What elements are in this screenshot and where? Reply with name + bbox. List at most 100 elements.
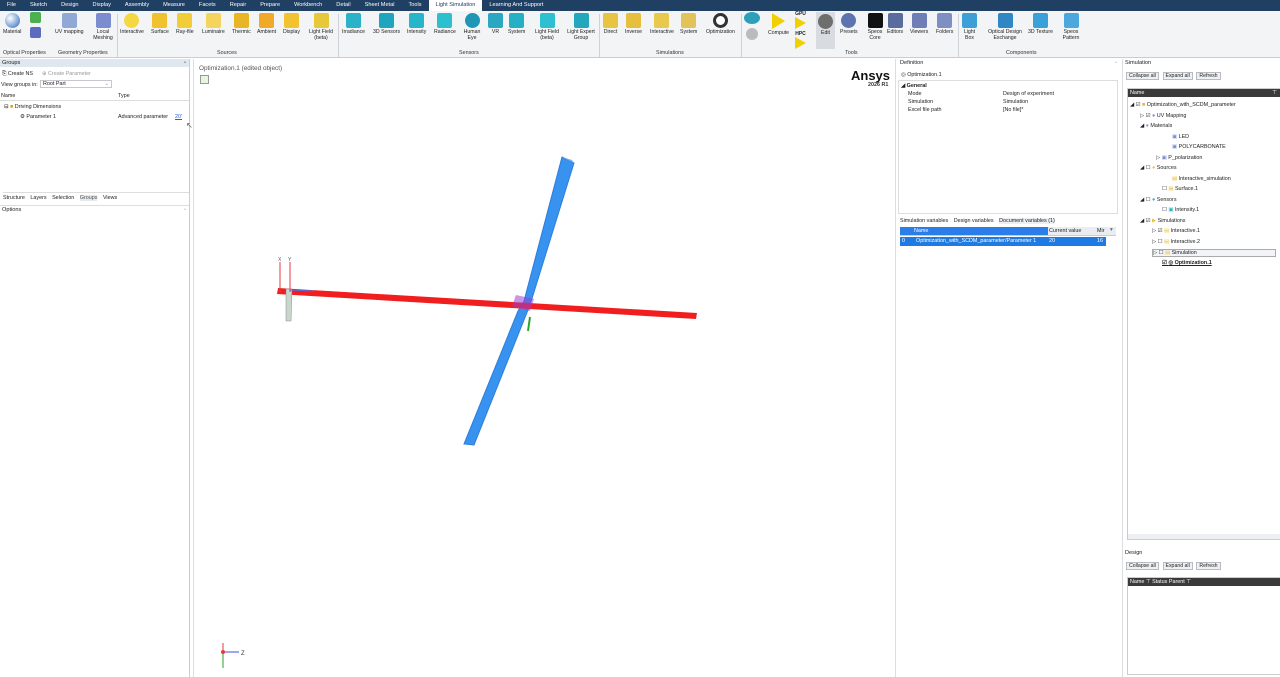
hpc-compute-button[interactable]: HPC	[795, 31, 806, 50]
parameter-value[interactable]: 20'	[175, 114, 182, 120]
light-expert-group-button[interactable]: Light Expert Group	[565, 13, 597, 41]
preview-button[interactable]	[744, 12, 760, 41]
menu-workbench[interactable]: Workbench	[287, 0, 329, 11]
refresh-button[interactable]: Refresh	[1196, 72, 1221, 80]
menu-facets[interactable]: Facets	[192, 0, 223, 11]
design-expand-all-button[interactable]: Expand all	[1162, 562, 1193, 570]
menu-tools[interactable]: Tools	[401, 0, 428, 11]
3d-sensors-button[interactable]: 3D Sensors	[373, 13, 400, 35]
system-simulation-button[interactable]: System	[680, 13, 697, 35]
col-min[interactable]: Mir	[1097, 228, 1104, 234]
irradiance-button[interactable]: Irradiance	[342, 13, 365, 35]
prop-mode-value[interactable]: Design of experiment	[1003, 91, 1054, 97]
luminaire-button[interactable]: Luminaire	[202, 13, 225, 35]
menu-design[interactable]: Design	[54, 0, 85, 11]
tab-layers[interactable]: Layers	[30, 195, 46, 201]
surface-source-button[interactable]: Surface	[151, 13, 169, 35]
tree-sensors[interactable]: ◢ ☐ ● Sensors	[1140, 197, 1177, 203]
light-box-button[interactable]: Light Box	[962, 13, 977, 41]
menu-detail[interactable]: Detail	[329, 0, 357, 11]
design-collapse-all-button[interactable]: Collapse all	[1126, 562, 1159, 570]
row-min[interactable]: 16	[1097, 238, 1103, 244]
tree-p-polarization[interactable]: ▷ ▣ P_polarization	[1156, 155, 1202, 161]
tree-optimization-1[interactable]: ☑ ◎ Optimization.1	[1162, 260, 1212, 266]
create-ns-button[interactable]: ⎘ Create NS	[2, 71, 33, 78]
radiance-button[interactable]: Radiance	[434, 13, 456, 35]
tree-uv-mapping[interactable]: ▷ ☑ ● UV Mapping	[1140, 113, 1186, 119]
filter-icon[interactable]: ⊤	[1146, 579, 1151, 585]
light-field-sensor-button[interactable]: Light Field (beta)	[533, 13, 561, 41]
section-general[interactable]: ◢ General	[901, 83, 927, 89]
system-sensor-button[interactable]: System	[508, 13, 525, 35]
tree-root[interactable]: ◢ ☑ ■ Optimization_with_SCDM_parameter	[1130, 102, 1236, 108]
ambient-button[interactable]: Ambient	[257, 13, 276, 35]
menu-sketch[interactable]: Sketch	[23, 0, 54, 11]
create-parameter-button[interactable]: ⊕ Create Parameter	[42, 71, 91, 77]
collapse-all-button[interactable]: Collapse all	[1126, 72, 1159, 80]
light-field-source-button[interactable]: Light Field (beta)	[308, 13, 334, 41]
local-meshing-button[interactable]: Local Meshing	[90, 13, 116, 41]
menu-repair[interactable]: Repair	[223, 0, 253, 11]
tree-intensity-1[interactable]: ☐ ▣ Intensity.1	[1162, 207, 1199, 213]
compute-button[interactable]: Compute	[768, 13, 789, 36]
small-mapping-button[interactable]	[30, 12, 41, 39]
tree-item-parameter-1[interactable]: ⚙ Parameter 1	[20, 114, 56, 120]
optical-design-exchange-button[interactable]: Optical Design Exchange	[985, 13, 1025, 41]
tab-document-variables[interactable]: Document variables (1)	[999, 218, 1055, 224]
menu-measure[interactable]: Measure	[156, 0, 192, 11]
pin-icon[interactable]: ▫	[1115, 59, 1117, 67]
tree-simulations[interactable]: ◢ ☑ ▶ Simulations	[1140, 218, 1186, 224]
ray-file-button[interactable]: Ray-file	[176, 13, 194, 35]
tab-selection[interactable]: Selection	[52, 195, 74, 201]
design-refresh-button[interactable]: Refresh	[1196, 562, 1221, 570]
tree-item-driving-dimensions[interactable]: ⊟ ■ Driving Dimensions	[4, 104, 61, 110]
3d-viewport[interactable]: Optimization.1 (edited object) Ansys 202…	[193, 59, 896, 677]
optimization-button[interactable]: Optimization	[706, 13, 735, 35]
vr-button[interactable]: VR	[488, 13, 503, 35]
thermic-button[interactable]: Thermic	[232, 13, 251, 35]
tab-structure[interactable]: Structure	[3, 195, 25, 201]
speos-core-button[interactable]: Speos Core	[865, 13, 885, 41]
menu-file[interactable]: File	[0, 0, 23, 11]
tab-groups[interactable]: Groups	[79, 195, 98, 201]
tree-scrollbar[interactable]	[1128, 534, 1280, 539]
tab-design-variables[interactable]: Design variables	[954, 218, 994, 224]
3d-texture-button[interactable]: 3D Texture	[1028, 13, 1053, 35]
tree-polycarbonate[interactable]: ▣ POLYCARBONATE	[1172, 144, 1226, 150]
inverse-simulation-button[interactable]: Inverse	[625, 13, 642, 35]
red-rod[interactable]	[277, 288, 697, 319]
direct-simulation-button[interactable]: Direct	[603, 13, 618, 35]
menu-display[interactable]: Display	[86, 0, 118, 11]
tree-sources[interactable]: ◢ ☐ ● Sources	[1140, 165, 1177, 171]
folders-button[interactable]: Folders	[936, 13, 953, 35]
filter-icon[interactable]: ⊤	[1272, 89, 1277, 97]
uv-mapping-button[interactable]: UV mapping	[55, 13, 84, 35]
display-source-button[interactable]: Display	[283, 13, 300, 35]
material-button[interactable]: Material	[3, 13, 21, 35]
interactive-source-button[interactable]: Interactive	[120, 13, 144, 35]
prop-simulation-value[interactable]: Simulation	[1003, 99, 1028, 105]
tree-led[interactable]: ▣ LED	[1172, 134, 1189, 140]
edit-button[interactable]: Edit	[816, 12, 835, 49]
presets-button[interactable]: Presets	[840, 13, 858, 35]
interactive-simulation-button[interactable]: Interactive	[650, 13, 674, 35]
tree-interactive-simulation[interactable]: ▤ Interactive_simulation	[1172, 176, 1231, 182]
row-current-value[interactable]: 20	[1049, 238, 1055, 244]
filter-icon[interactable]: ⊤	[1186, 579, 1191, 585]
intensity-button[interactable]: Intensity	[407, 13, 426, 35]
speos-pattern-button[interactable]: Speos Pattern	[1060, 13, 1082, 41]
view-groups-select[interactable]: Root Part ⌄	[40, 80, 112, 88]
pin-icon[interactable]: ▫	[184, 206, 186, 214]
tree-materials[interactable]: ◢ ● Materials	[1140, 123, 1172, 129]
tree-interactive-2[interactable]: ▷ ☐ ▤ Interactive.2	[1152, 239, 1200, 245]
tree-interactive-1[interactable]: ▷ ☑ ▤ Interactive.1	[1152, 228, 1200, 234]
menu-learning-support[interactable]: Learning And Support	[482, 0, 550, 11]
editors-button[interactable]: Editors	[887, 13, 903, 35]
tab-simulation-variables[interactable]: Simulation variables	[900, 218, 948, 224]
col-current-value[interactable]: Current value	[1049, 228, 1081, 234]
col-name[interactable]: Name	[900, 227, 1048, 235]
menu-light-simulation[interactable]: Light Simulation	[428, 0, 483, 11]
gpu-compute-button[interactable]: GPU	[795, 11, 806, 30]
variables-table-row[interactable]: 0 Optimization_with_SCDM_parameter/Param…	[900, 237, 1106, 246]
human-eye-button[interactable]: Human Eye	[462, 13, 482, 41]
